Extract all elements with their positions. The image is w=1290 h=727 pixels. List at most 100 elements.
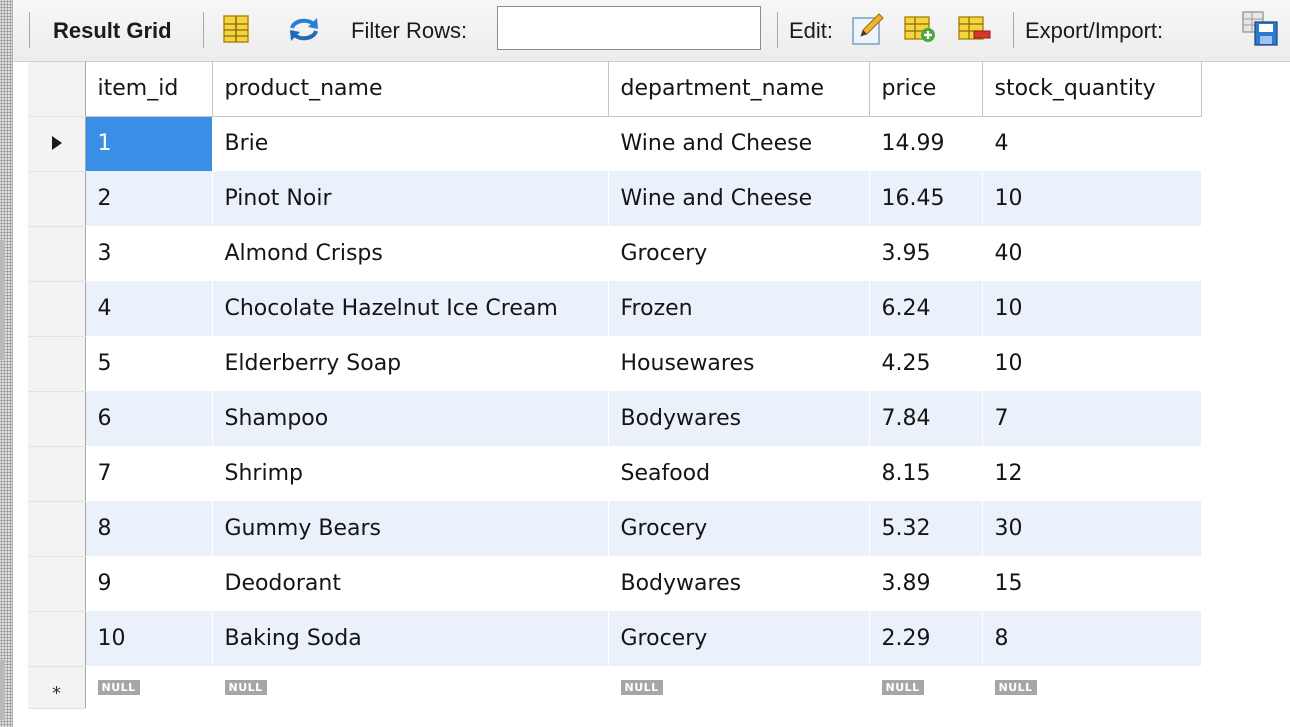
result-grid-toolbar: Result Grid Filter Rows: Edit: Export/Im… xyxy=(13,0,1290,62)
table-row[interactable]: 9 Deodorant Bodywares 3.89 15 xyxy=(28,556,1202,612)
cell-stock-quantity[interactable]: NULL xyxy=(982,666,1202,708)
edit-label: Edit: xyxy=(789,18,834,43)
row-header[interactable] xyxy=(28,336,86,392)
row-header[interactable] xyxy=(28,446,86,502)
cell-product-name[interactable]: Pinot Noir xyxy=(212,171,609,226)
cell-item-id[interactable]: 2 xyxy=(85,171,213,226)
row-header[interactable] xyxy=(28,391,86,447)
row-header[interactable] xyxy=(28,171,86,227)
cell-price[interactable]: 16.45 xyxy=(869,171,983,226)
cell-product-name[interactable]: Elderberry Soap xyxy=(212,336,609,391)
row-header[interactable] xyxy=(28,226,86,282)
left-gutter xyxy=(0,0,13,727)
cell-department-name[interactable]: Wine and Cheese xyxy=(608,171,870,226)
row-header[interactable] xyxy=(28,281,86,337)
cell-price[interactable]: 8.15 xyxy=(869,446,983,501)
cell-product-name[interactable]: Shampoo xyxy=(212,391,609,446)
cell-stock-quantity[interactable]: 40 xyxy=(982,226,1202,281)
cell-item-id[interactable]: 10 xyxy=(85,611,213,666)
cell-stock-quantity[interactable]: 4 xyxy=(982,116,1202,171)
cell-price[interactable]: 3.89 xyxy=(869,556,983,611)
cell-item-id[interactable]: 6 xyxy=(85,391,213,446)
cell-stock-quantity[interactable]: 30 xyxy=(982,501,1202,556)
cell-price[interactable]: NULL xyxy=(869,666,983,708)
cell-department-name[interactable]: Seafood xyxy=(608,446,870,501)
cell-department-name[interactable]: Frozen xyxy=(608,281,870,336)
cell-department-name[interactable]: Bodywares xyxy=(608,391,870,446)
add-row-icon[interactable] xyxy=(903,14,937,44)
cell-item-id[interactable]: 7 xyxy=(85,446,213,501)
cell-product-name[interactable]: Baking Soda xyxy=(212,611,609,666)
cell-department-name[interactable]: Grocery xyxy=(608,501,870,556)
cell-department-name[interactable]: Wine and Cheese xyxy=(608,116,870,171)
row-header[interactable] xyxy=(28,611,86,667)
cell-stock-quantity[interactable]: 7 xyxy=(982,391,1202,446)
table-row[interactable]: 3 Almond Crisps Grocery 3.95 40 xyxy=(28,226,1202,282)
null-badge: NULL xyxy=(224,680,267,695)
filter-rows-input[interactable] xyxy=(497,6,761,50)
cell-stock-quantity[interactable]: 10 xyxy=(982,336,1202,391)
edit-pencil-icon[interactable] xyxy=(851,10,887,46)
current-row-arrow-icon xyxy=(52,136,62,150)
cell-stock-quantity[interactable]: 15 xyxy=(982,556,1202,611)
cell-price[interactable]: 7.84 xyxy=(869,391,983,446)
cell-product-name[interactable]: Chocolate Hazelnut Ice Cream xyxy=(212,281,609,336)
delete-row-icon[interactable] xyxy=(957,14,991,44)
cell-department-name[interactable]: Grocery xyxy=(608,611,870,666)
cell-stock-quantity[interactable]: 10 xyxy=(982,281,1202,336)
cell-stock-quantity[interactable]: 8 xyxy=(982,611,1202,666)
cell-price[interactable]: 6.24 xyxy=(869,281,983,336)
toolbar-separator xyxy=(1013,12,1014,48)
table-row[interactable]: 6 Shampoo Bodywares 7.84 7 xyxy=(28,391,1202,447)
cell-stock-quantity[interactable]: 12 xyxy=(982,446,1202,501)
table-row[interactable]: 7 Shrimp Seafood 8.15 12 xyxy=(28,446,1202,502)
export-save-icon[interactable] xyxy=(1241,10,1281,48)
row-header[interactable] xyxy=(28,116,86,172)
new-row[interactable]: * NULL NULL NULL NULL NULL xyxy=(28,666,1202,709)
cell-price[interactable]: 14.99 xyxy=(869,116,983,171)
table-row[interactable]: 4 Chocolate Hazelnut Ice Cream Frozen 6.… xyxy=(28,281,1202,337)
cell-item-id[interactable]: 1 xyxy=(85,116,213,171)
cell-department-name[interactable]: Grocery xyxy=(608,226,870,281)
table-row[interactable]: 1 Brie Wine and Cheese 14.99 4 xyxy=(28,116,1202,172)
table-row[interactable]: 2 Pinot Noir Wine and Cheese 16.45 10 xyxy=(28,171,1202,227)
cell-item-id[interactable]: 3 xyxy=(85,226,213,281)
toolbar-separator xyxy=(777,12,778,48)
cell-item-id[interactable]: NULL xyxy=(85,666,213,708)
cell-product-name[interactable]: Shrimp xyxy=(212,446,609,501)
column-header-item-id[interactable]: item_id xyxy=(85,62,213,117)
row-header[interactable]: * xyxy=(28,666,86,709)
cell-department-name[interactable]: NULL xyxy=(608,666,870,708)
cell-price[interactable]: 4.25 xyxy=(869,336,983,391)
cell-product-name[interactable]: NULL xyxy=(212,666,609,708)
column-header-product-name[interactable]: product_name xyxy=(212,62,609,117)
new-row-marker: * xyxy=(52,682,61,704)
cell-product-name[interactable]: Gummy Bears xyxy=(212,501,609,556)
cell-item-id[interactable]: 4 xyxy=(85,281,213,336)
refresh-arrows-icon[interactable] xyxy=(287,14,321,44)
null-badge: NULL xyxy=(620,680,663,695)
cell-department-name[interactable]: Housewares xyxy=(608,336,870,391)
column-header-department-name[interactable]: department_name xyxy=(608,62,870,117)
form-grid-icon[interactable] xyxy=(221,14,251,44)
column-header-stock-quantity[interactable]: stock_quantity xyxy=(982,62,1202,117)
filter-rows-label: Filter Rows: xyxy=(351,18,468,43)
cell-price[interactable]: 3.95 xyxy=(869,226,983,281)
cell-product-name[interactable]: Brie xyxy=(212,116,609,171)
result-grid: item_id product_name department_name pri… xyxy=(28,62,1202,709)
cell-item-id[interactable]: 8 xyxy=(85,501,213,556)
table-row[interactable]: 5 Elderberry Soap Housewares 4.25 10 xyxy=(28,336,1202,392)
cell-product-name[interactable]: Deodorant xyxy=(212,556,609,611)
row-header[interactable] xyxy=(28,556,86,612)
cell-price[interactable]: 5.32 xyxy=(869,501,983,556)
cell-department-name[interactable]: Bodywares xyxy=(608,556,870,611)
cell-item-id[interactable]: 5 xyxy=(85,336,213,391)
column-header-price[interactable]: price xyxy=(869,62,983,117)
cell-price[interactable]: 2.29 xyxy=(869,611,983,666)
table-row[interactable]: 8 Gummy Bears Grocery 5.32 30 xyxy=(28,501,1202,557)
row-header[interactable] xyxy=(28,501,86,557)
cell-product-name[interactable]: Almond Crisps xyxy=(212,226,609,281)
cell-stock-quantity[interactable]: 10 xyxy=(982,171,1202,226)
cell-item-id[interactable]: 9 xyxy=(85,556,213,611)
table-row[interactable]: 10 Baking Soda Grocery 2.29 8 xyxy=(28,611,1202,667)
